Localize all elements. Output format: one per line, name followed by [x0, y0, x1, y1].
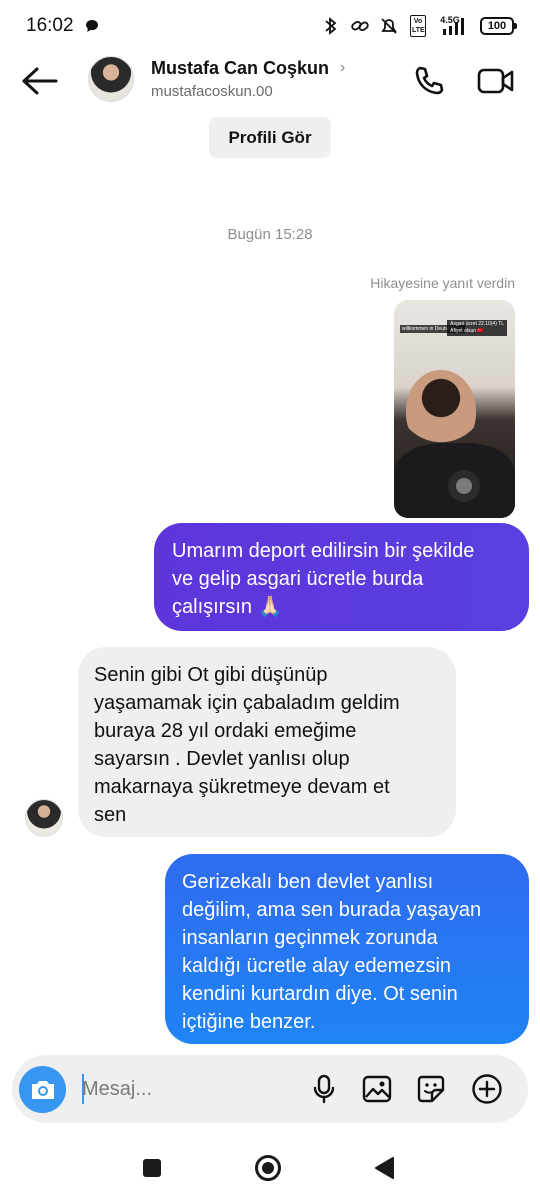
camera-icon — [31, 1080, 54, 1099]
microphone-button[interactable] — [308, 1073, 340, 1105]
system-nav-bar — [0, 1135, 540, 1200]
bluetooth-icon — [321, 16, 341, 36]
message-text: Umarım deport edilirsin bir şekilde ve g… — [172, 540, 475, 618]
back-button[interactable] — [20, 64, 60, 98]
back-arrow-icon — [22, 67, 58, 95]
triangle-back-icon — [375, 1157, 394, 1179]
gallery-button[interactable] — [361, 1073, 393, 1105]
story-thumbnail[interactable]: willkommen in Deutschland Asgari ücret 2… — [394, 300, 515, 518]
view-profile-button[interactable]: Profili Gör — [209, 117, 331, 158]
status-bar: 16:02 Vo LTE 4.5G 100 — [0, 0, 540, 52]
message-input[interactable] — [82, 1073, 282, 1105]
video-icon — [477, 68, 514, 94]
gallery-icon — [362, 1075, 392, 1103]
message-bubble-outgoing[interactable]: Umarım deport edilirsin bir şekilde ve g… — [154, 523, 529, 631]
story-reply-note: Hikayesine yanıt verdin — [370, 275, 515, 291]
message-bubble-incoming[interactable]: Senin gibi Ot gibi düşünüp yaşamamak içi… — [78, 647, 456, 837]
status-time: 16:02 — [26, 15, 74, 36]
sticker-button[interactable] — [415, 1073, 447, 1105]
chevron-right-icon[interactable]: › — [340, 59, 345, 77]
mute-icon — [379, 16, 399, 36]
message-bubble-outgoing[interactable]: Gerizekalı ben devlet yanlısı değilim, a… — [165, 854, 529, 1044]
video-call-button[interactable] — [477, 64, 515, 98]
camera-button[interactable] — [19, 1066, 66, 1113]
message-text: Senin gibi Ot gibi düşünüp yaşamamak içi… — [94, 664, 400, 826]
square-icon — [143, 1159, 161, 1177]
contact-username[interactable]: mustafacoskun.00 — [151, 83, 273, 100]
contact-avatar[interactable] — [88, 56, 134, 102]
link-icon — [350, 16, 370, 36]
phone-icon — [415, 66, 444, 95]
signal-icon: 4.5G — [437, 15, 471, 36]
plus-icon — [472, 1074, 502, 1104]
date-separator: Bugün 15:28 — [227, 226, 313, 243]
home-circle-icon — [255, 1155, 281, 1181]
plus-button[interactable] — [471, 1073, 503, 1105]
message-composer — [12, 1055, 528, 1123]
story-caption-right: Asgari ücret 22.10(4) TL Afiyet olsun 🇹🇷 — [447, 320, 507, 336]
chat-header: Mustafa Can Coşkun › mustafacoskun.00 — [0, 52, 540, 112]
volte-icon: Vo LTE — [408, 15, 428, 37]
contact-name[interactable]: Mustafa Can Coşkun — [151, 58, 329, 79]
microphone-icon — [313, 1074, 335, 1104]
back-nav-button[interactable] — [369, 1153, 399, 1183]
sender-avatar[interactable] — [25, 799, 63, 837]
recents-button[interactable] — [137, 1153, 167, 1183]
story-person-face — [406, 370, 476, 450]
chat-notification-icon — [82, 16, 102, 36]
story-shirt-print — [444, 469, 484, 503]
message-text: Gerizekalı ben devlet yanlısı değilim, a… — [182, 871, 482, 1033]
home-button[interactable] — [253, 1153, 283, 1183]
sticker-icon — [417, 1075, 445, 1103]
battery-indicator: 100 — [480, 17, 517, 35]
voice-call-button[interactable] — [412, 64, 446, 98]
